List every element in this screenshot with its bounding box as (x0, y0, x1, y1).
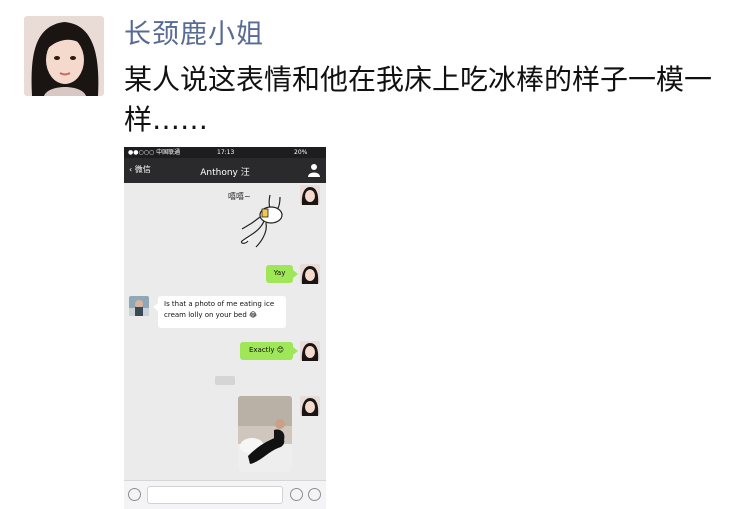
photo-message[interactable] (238, 396, 292, 472)
chat-title: Anthony 汪 (200, 168, 250, 178)
person-icon[interactable] (308, 163, 320, 177)
message-input[interactable] (147, 486, 283, 504)
emoji-icon[interactable] (290, 488, 303, 501)
sticker-message[interactable]: 嘻嘻~ (224, 189, 294, 251)
my-avatar[interactable] (300, 341, 320, 361)
message-bubble-2[interactable]: Is that a photo of me eating ice cream l… (158, 296, 286, 328)
post-text: 某人说这表情和他在我床上吃冰棒的样子一模一样…… (124, 63, 713, 136)
voice-icon[interactable] (128, 488, 141, 501)
carrier-label: ●●○○○ 中国联通 (128, 149, 181, 156)
status-time: 17:13 (217, 149, 235, 156)
timestamp-pill (215, 376, 235, 385)
bubble-tail (293, 270, 298, 278)
contact-avatar[interactable] (129, 296, 149, 316)
my-avatar[interactable] (300, 185, 320, 205)
chat-input-bar (124, 480, 326, 509)
author-avatar[interactable] (24, 16, 104, 96)
message-bubble-1[interactable]: Yay (266, 265, 293, 283)
chat-nav-bar: ‹ 微信 Anthony 汪 (124, 158, 326, 183)
chat-screenshot[interactable]: ●●○○○ 中国联通 17:13 20% ‹ 微信 Anthony 汪 嘻嘻~ … (124, 147, 326, 509)
my-avatar[interactable] (300, 396, 320, 416)
bunny-sticker (240, 194, 283, 248)
author-name[interactable]: 长颈鹿小姐 (124, 12, 264, 51)
plus-icon[interactable] (308, 488, 321, 501)
my-avatar[interactable] (300, 264, 320, 284)
bubble-tail (293, 347, 298, 355)
message-bubble-3[interactable]: Exactly 😊 (240, 342, 293, 360)
battery-label: 20% (294, 149, 308, 156)
status-bar: ●●○○○ 中国联通 17:13 20% (124, 147, 326, 158)
